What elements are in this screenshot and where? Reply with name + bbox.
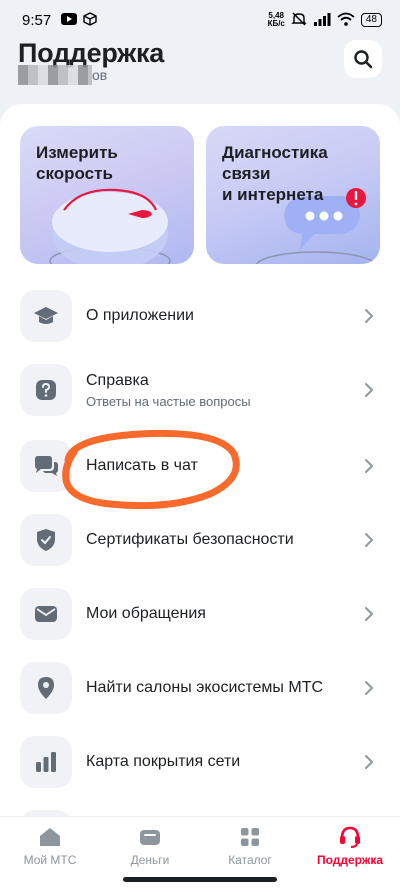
chevron-right-icon: [365, 309, 374, 323]
menu-item-stores[interactable]: Найти салоны экосистемы МТС: [0, 651, 400, 725]
speed-test-title: Измерить скорость: [36, 143, 118, 183]
envelope-icon: [20, 588, 72, 640]
menu-item-about[interactable]: О приложении: [0, 279, 400, 353]
bar-chart-icon: [20, 736, 72, 788]
home-icon: [0, 823, 100, 851]
map-pin-icon: [20, 662, 72, 714]
menu-item-certificates[interactable]: Сертификаты безопасности: [0, 503, 400, 577]
chevron-right-icon: [365, 681, 374, 695]
menu-item-partial[interactable]: [0, 799, 400, 816]
headset-icon: [300, 823, 400, 851]
cards-row: Измерить скорость Диагностика связи и ин…: [20, 126, 380, 264]
status-bar: 9:57 5,48 КБ/с 48: [0, 0, 400, 40]
wallet-icon: [100, 823, 200, 851]
chevron-right-icon: [365, 533, 374, 547]
menu-item-coverage-map[interactable]: Карта покрытия сети: [0, 725, 400, 799]
menu-item-label: Написать в чат: [86, 457, 198, 474]
tab-catalog[interactable]: Каталог: [200, 823, 300, 867]
search-icon: [354, 50, 373, 69]
diagnostics-title: Диагностика связи и интернета: [222, 143, 328, 204]
menu-item-label: О приложении: [86, 307, 194, 324]
menu-item-label: Карта покрытия сети: [86, 753, 241, 770]
chat-icon: [20, 440, 72, 492]
no-sound-icon: [291, 11, 307, 30]
tab-my-mts[interactable]: Мой МТС: [0, 823, 100, 867]
search-button[interactable]: [344, 40, 382, 78]
shield-icon: [20, 514, 72, 566]
chevron-right-icon: [365, 383, 374, 397]
home-indicator[interactable]: [123, 877, 277, 882]
wifi-icon: [337, 12, 355, 29]
menu-item-label: Найти салоны экосистемы МТС: [86, 679, 324, 696]
menu-item-chat[interactable]: Написать в чат: [0, 429, 400, 503]
tab-support[interactable]: Поддержка: [300, 823, 400, 867]
menu-item-label: Справка: [86, 371, 149, 389]
network-speed: 5,48 КБ/с: [267, 11, 285, 28]
diagnostics-card[interactable]: Диагностика связи и интернета: [206, 126, 380, 264]
account-subtitle[interactable]: ов: [18, 64, 107, 86]
status-time: 9:57: [22, 11, 52, 29]
chevron-right-icon: [365, 607, 374, 621]
menu-item-label: Сертификаты безопасности: [86, 531, 294, 548]
redacted-name: [18, 65, 92, 85]
subtitle-text: ов: [92, 67, 108, 83]
menu-item-sublabel: Ответы на частые вопросы: [86, 393, 251, 409]
menu-item-label: Мои обращения: [86, 605, 206, 622]
chevron-right-icon: [365, 755, 374, 769]
grid-icon: [200, 823, 300, 851]
chevron-right-icon: [365, 459, 374, 473]
menu-item-requests[interactable]: Мои обращения: [0, 577, 400, 651]
box-icon: [83, 11, 97, 29]
signal-icon: [313, 12, 331, 29]
menu-item-help[interactable]: Справка Ответы на частые вопросы: [0, 353, 400, 427]
content-sheet: Измерить скорость Диагностика связи и ин…: [0, 104, 400, 816]
question-icon: [20, 364, 72, 416]
speed-test-card[interactable]: Измерить скорость: [20, 126, 194, 264]
graduation-cap-icon: [20, 290, 72, 342]
tab-money[interactable]: Деньги: [100, 823, 200, 867]
battery-indicator: 48: [360, 13, 382, 27]
youtube-icon: [61, 12, 78, 28]
